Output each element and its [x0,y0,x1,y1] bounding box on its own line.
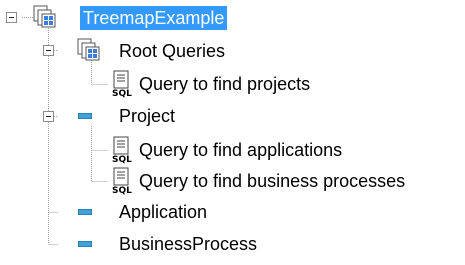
collapse-project-toggle[interactable] [43,111,54,122]
tree-node-business-process[interactable]: BusinessProcess [116,232,260,256]
tree-node-query-business-processes[interactable]: Query to find business processes [136,169,408,193]
collapse-root-queries-toggle[interactable] [43,45,54,56]
queries-folder-icon [33,5,56,28]
tree-node-query-applications[interactable]: Query to find applications [136,138,345,162]
tree-node-root[interactable]: TreemapExample [80,6,228,30]
sql-query-icon: SQL [112,70,132,98]
sql-icon-text: SQL [112,186,132,195]
queries-folder-icon [77,38,100,61]
sql-icon-text: SQL [112,89,132,98]
collapse-root-toggle[interactable] [6,12,17,23]
tree-node-application[interactable]: Application [116,200,210,224]
tree-node-root-queries[interactable]: Root Queries [116,39,228,63]
tree-view[interactable]: TreemapExample Root Queries SQL Query to… [0,0,465,265]
sql-query-icon: SQL [112,136,132,164]
class-icon [78,241,92,247]
tree-node-project[interactable]: Project [116,104,178,128]
class-icon [78,113,92,119]
class-icon [78,209,92,215]
tree-node-query-projects[interactable]: Query to find projects [136,72,313,96]
sql-icon-text: SQL [112,155,132,164]
tree-connector-lines [22,17,108,245]
sql-query-icon: SQL [112,167,132,195]
